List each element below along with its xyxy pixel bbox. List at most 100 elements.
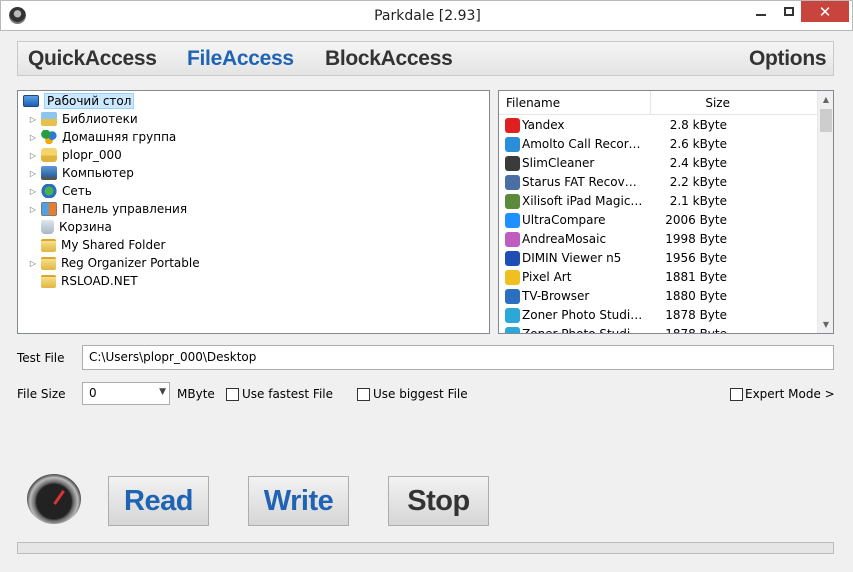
file-size: 1998 Byte (665, 232, 727, 246)
tree-item[interactable]: Рабочий стол (20, 92, 135, 110)
tree-item[interactable]: ▷ Reg Organizer Portable (28, 254, 200, 272)
libraries-icon (41, 112, 57, 126)
chevron-down-icon: ▼ (159, 387, 166, 397)
tree-item[interactable]: RSLOAD.NET (28, 272, 138, 290)
expand-arrow-icon[interactable]: ▷ (28, 205, 38, 214)
file-name: Pixel Art (522, 270, 572, 284)
expert-mode-label[interactable]: Expert Mode > (745, 387, 835, 401)
app-file-icon (505, 137, 520, 152)
scroll-thumb[interactable] (820, 109, 832, 132)
tree-item-label: Компьютер (62, 166, 134, 180)
use-biggest-file-checkbox[interactable] (357, 388, 370, 401)
tree-item-label: Домашняя группа (62, 130, 177, 144)
file-size: 2006 Byte (665, 213, 727, 227)
maximize-button[interactable] (776, 1, 801, 22)
expand-arrow-icon[interactable]: ▷ (28, 169, 38, 178)
file-name: UltraCompare (522, 213, 606, 227)
tree-item[interactable]: ▷ Библиотеки (28, 110, 138, 128)
test-file-label: Test File (17, 351, 65, 365)
expand-arrow-icon[interactable]: ▷ (28, 115, 38, 124)
tree-item-label: Панель управления (62, 202, 188, 216)
file-size: 1956 Byte (665, 251, 727, 265)
file-name: SlimCleaner (522, 156, 595, 170)
menu-bar: QuickAccess FileAccess BlockAccess Optio… (17, 41, 834, 76)
folder-icon (41, 274, 56, 288)
file-size: 2.8 kByte (669, 118, 727, 132)
app-file-icon (505, 251, 520, 266)
file-row[interactable]: Starus FAT Recovery 2.2 kByte (499, 173, 817, 192)
file-size: 1878 Byte (665, 327, 727, 334)
tree-item[interactable]: My Shared Folder (28, 236, 165, 254)
column-header-size[interactable]: Size (650, 91, 730, 115)
tree-item-label: Корзина (59, 220, 112, 234)
file-name: TV-Browser (522, 289, 590, 303)
stop-button[interactable]: Stop (388, 476, 489, 526)
expand-arrow-icon[interactable]: ▷ (28, 133, 38, 142)
file-name: DIMIN Viewer n5 (522, 251, 622, 265)
tree-item[interactable]: ▷ Сеть (28, 182, 92, 200)
expert-mode-checkbox[interactable] (730, 388, 743, 401)
tab-fileaccess[interactable]: FileAccess (187, 47, 294, 71)
file-size: 1878 Byte (665, 308, 727, 322)
scroll-down-icon[interactable]: ▼ (818, 316, 833, 333)
column-header-filename[interactable]: Filename (506, 96, 560, 110)
tree-item[interactable]: ▷ Домашняя группа (28, 128, 176, 146)
file-row[interactable]: TV-Browser 1880 Byte (499, 287, 817, 306)
tree-item-label: Reg Organizer Portable (61, 256, 200, 270)
file-size-label: File Size (17, 387, 66, 401)
file-row[interactable]: Xilisoft iPad Magic Pl... 2.1 kByte (499, 192, 817, 211)
file-row[interactable]: Pixel Art 1881 Byte (499, 268, 817, 287)
file-list-header: Filename Size (499, 91, 817, 115)
file-name: Xilisoft iPad Magic Pl... (522, 194, 644, 208)
file-size: 2.1 kByte (669, 194, 727, 208)
tree-item[interactable]: ▷ plopr_000 (28, 146, 122, 164)
file-list[interactable]: Filename Size Yandex 2.8 kByte Amolto Call… (498, 90, 834, 334)
file-row[interactable]: Amolto Call Recorder 2.6 kByte (499, 135, 817, 154)
close-button[interactable]: ✕ (801, 1, 849, 22)
tab-options[interactable]: Options (749, 47, 827, 71)
tree-item-label: RSLOAD.NET (61, 274, 138, 288)
file-row[interactable]: SlimCleaner 2.4 kByte (499, 154, 817, 173)
app-file-icon (505, 289, 520, 304)
read-button[interactable]: Read (108, 476, 209, 526)
use-fastest-file-label[interactable]: Use fastest File (242, 387, 333, 401)
expand-arrow-icon[interactable]: ▷ (28, 187, 38, 196)
desktop-icon (23, 95, 39, 107)
computer-icon (41, 166, 57, 180)
file-row[interactable]: DIMIN Viewer n5 1956 Byte (499, 249, 817, 268)
file-row[interactable]: Yandex 2.8 kByte (499, 116, 817, 135)
expand-arrow-icon[interactable]: ▷ (28, 259, 38, 268)
use-biggest-file-label[interactable]: Use biggest File (373, 387, 468, 401)
app-file-icon (505, 118, 520, 133)
network-icon (41, 184, 57, 198)
test-file-input[interactable]: C:\Users\plopr_000\Desktop (82, 345, 834, 370)
homegroup-icon (41, 130, 57, 144)
title-bar: Parkdale [2.93] ✕ (0, 0, 853, 31)
file-list-scrollbar[interactable]: ▲ ▼ (817, 91, 833, 333)
scroll-up-icon[interactable]: ▲ (818, 91, 833, 108)
file-name: AndreaMosaic (522, 232, 607, 246)
tree-item[interactable]: ▷ Компьютер (28, 164, 134, 182)
folder-icon (41, 256, 56, 270)
expand-arrow-icon[interactable]: ▷ (28, 151, 38, 160)
folder-tree[interactable]: Рабочий стол ▷ Библиотеки ▷ Домашняя группа ▷… (17, 90, 490, 334)
tab-blockaccess[interactable]: BlockAccess (325, 47, 453, 71)
file-row[interactable]: UltraCompare 2006 Byte (499, 211, 817, 230)
tree-item-label: Библиотеки (62, 112, 138, 126)
tree-item[interactable]: ▷ Панель управления (28, 200, 187, 218)
file-row[interactable]: AndreaMosaic 1998 Byte (499, 230, 817, 249)
write-button[interactable]: Write (248, 476, 349, 526)
tree-item[interactable]: Корзина (28, 218, 112, 236)
minimize-button[interactable] (746, 1, 776, 22)
file-row[interactable]: Zoner Photo Studio 16 1878 Byte (499, 306, 817, 325)
file-name: Yandex (522, 118, 565, 132)
file-row[interactable]: Zoner Photo Studio 1... 1878 Byte (499, 325, 817, 334)
app-file-icon (505, 327, 520, 333)
file-size-value: 0 (89, 386, 97, 400)
tree-item-label: Рабочий стол (44, 93, 135, 109)
use-fastest-file-checkbox[interactable] (226, 388, 239, 401)
app-file-icon (505, 194, 520, 209)
tab-quickaccess[interactable]: QuickAccess (28, 47, 157, 71)
file-size-select[interactable]: 0 ▼ (82, 382, 170, 405)
folder-icon (41, 238, 56, 252)
